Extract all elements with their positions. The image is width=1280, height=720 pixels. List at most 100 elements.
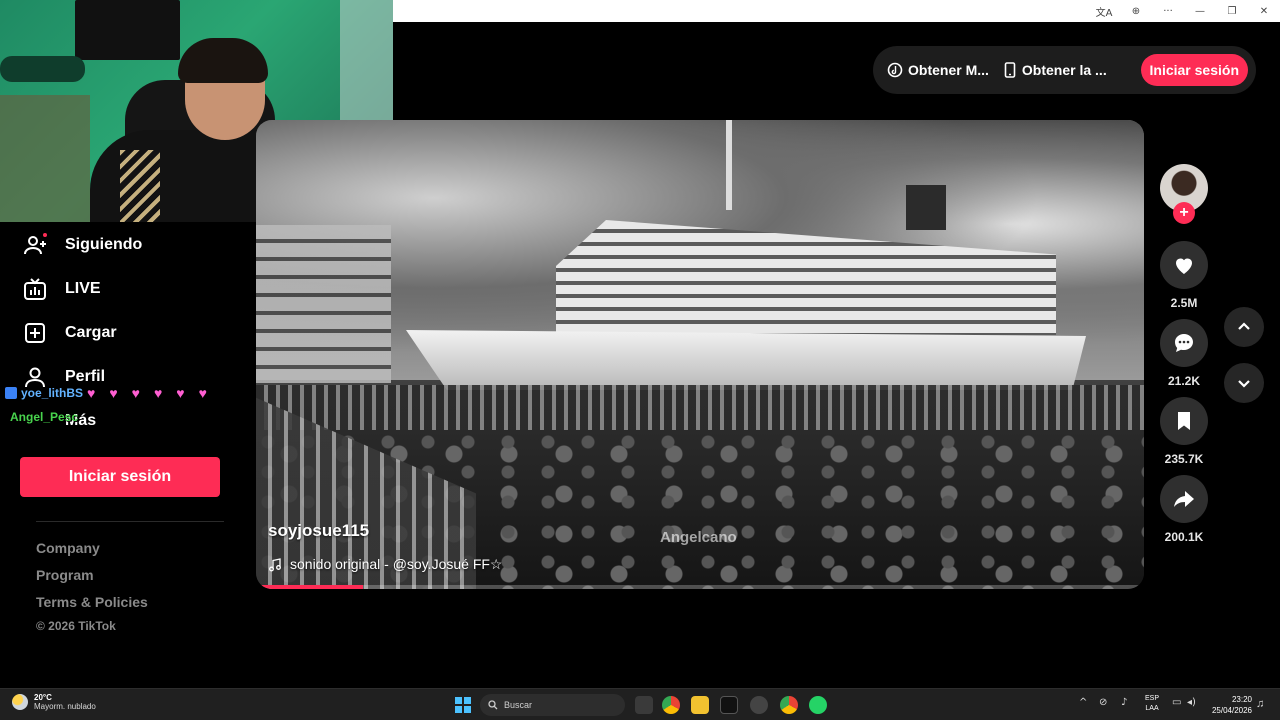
video-ship-funnel <box>906 185 946 230</box>
translate-icon[interactable]: 文A <box>1088 4 1120 19</box>
screen: 文A ⊕ ··· — ❐ ✕ Siguiendo LIVE Cargar Per… <box>0 0 1280 720</box>
file-explorer-icon[interactable] <box>691 696 709 714</box>
get-app-label: Obtener M... <box>908 62 989 78</box>
clock-time: 23:20 <box>1231 695 1252 704</box>
get-phone-label: Obtener la ... <box>1021 62 1107 78</box>
video-progress-fill <box>256 585 363 589</box>
video-author[interactable]: soyjosue115 <box>268 521 369 541</box>
live-icon <box>22 276 48 302</box>
video-progress-bar[interactable] <box>256 585 1144 589</box>
webcam-shelf <box>0 56 85 82</box>
keyboard-layout: LAA <box>1145 705 1159 712</box>
start-button[interactable] <box>455 697 471 713</box>
music-note-icon <box>269 557 281 571</box>
upload-icon <box>22 320 48 346</box>
sidebar-item-label: Siguiendo <box>65 236 143 253</box>
comment-button[interactable] <box>1160 319 1208 367</box>
language-code: ESP <box>1145 695 1160 702</box>
tiktok-icon[interactable] <box>720 696 738 714</box>
save-count: 235.7K <box>1164 452 1204 466</box>
chat-message: yoe_lithBS ♥♥♥♥♥♥ <box>5 385 221 401</box>
weather-description: Mayorm. nublado <box>34 702 96 711</box>
chrome-icon[interactable] <box>662 696 680 714</box>
browser-controls: 文A ⊕ ··· — ❐ ✕ <box>1088 0 1280 22</box>
copyright-text: © 2026 TikTok <box>36 619 116 633</box>
bookmark-icon <box>1178 412 1190 430</box>
sidebar-item-label: Cargar <box>65 324 117 341</box>
chat-emotes: ♥♥♥♥♥♥ <box>87 385 221 401</box>
minimize-icon[interactable]: — <box>1184 6 1216 17</box>
whatsapp-icon[interactable] <box>809 696 827 714</box>
windows-taskbar: 20°C Mayorm. nublado Buscar ^ ⊘ ♪ ESP LA… <box>0 688 1280 720</box>
search-icon <box>488 700 498 710</box>
header-actions: Obtener M... Obtener la ... Iniciar sesi… <box>873 46 1256 94</box>
sidebar-item-following[interactable]: Siguiendo <box>22 230 142 260</box>
volume-icon[interactable]: ◂) <box>1187 697 1196 708</box>
tray-chevron-icon[interactable]: ^ <box>1079 697 1087 708</box>
display-icon[interactable]: ▭ <box>1172 697 1181 708</box>
weather-widget[interactable]: 20°C Mayorm. nublado <box>12 693 96 711</box>
zoom-icon[interactable]: ⊕ <box>1120 6 1152 17</box>
webcam-wall <box>0 95 90 222</box>
microphone-icon[interactable]: ♪ <box>1121 697 1127 708</box>
get-app-link[interactable]: Obtener M... <box>887 62 989 78</box>
sidebar-item-upload[interactable]: Cargar <box>22 318 117 348</box>
language-indicator[interactable]: ESP LAA <box>1145 694 1159 714</box>
chat-username: Angel_Pesc <box>10 410 79 424</box>
sidebar-item-label: Perfil <box>65 368 106 385</box>
notification-icon[interactable]: ♫ <box>1256 698 1264 710</box>
tiktok-coin-icon <box>887 62 903 78</box>
task-view-icon[interactable] <box>635 696 653 714</box>
sidebar-item-live[interactable]: LIVE <box>22 274 101 304</box>
webcam-tv <box>75 0 180 60</box>
footer-link-terms[interactable]: Terms & Policies <box>36 594 148 610</box>
like-button[interactable] <box>1160 241 1208 289</box>
chat-badge-icon <box>5 387 17 399</box>
comment-icon <box>1175 334 1193 352</box>
phone-icon <box>1004 62 1016 78</box>
browser-titlebar: 文A ⊕ ··· — ❐ ✕ <box>393 0 1280 22</box>
network-icon[interactable]: ⊘ <box>1099 697 1107 708</box>
more-icon[interactable]: ··· <box>1152 6 1184 17</box>
save-button[interactable] <box>1160 397 1208 445</box>
sidebar-login-button[interactable]: Iniciar sesión <box>20 457 220 497</box>
share-count: 200.1K <box>1164 530 1204 544</box>
chevron-up-icon <box>1238 322 1250 330</box>
follow-plus-button[interactable]: + <box>1173 202 1195 224</box>
close-icon[interactable]: ✕ <box>1248 6 1280 17</box>
video-player[interactable]: Angelcano soyjosue115 sonido original - … <box>256 120 1144 589</box>
following-icon <box>22 232 48 258</box>
header-login-button[interactable]: Iniciar sesión <box>1140 54 1248 86</box>
comment-count: 21.2K <box>1167 374 1201 388</box>
like-count: 2.5M <box>1170 296 1198 310</box>
video-ship-hull <box>406 330 1086 390</box>
video-ship-mast <box>726 120 732 210</box>
video-sound[interactable]: sonido original - @soy.Josué FF☆ <box>268 556 502 573</box>
video-sound-label: sonido original - @soy.Josué FF☆ <box>290 556 503 572</box>
webcam-jersey-stripes <box>120 150 160 222</box>
share-button[interactable] <box>1160 475 1208 523</box>
weather-icon <box>12 694 28 710</box>
video-pier-building <box>256 225 391 385</box>
taskbar-search[interactable]: Buscar <box>480 694 625 716</box>
get-phone-app-link[interactable]: Obtener la ... <box>1003 62 1107 78</box>
restore-icon[interactable]: ❐ <box>1216 6 1248 17</box>
next-video-button[interactable] <box>1224 363 1264 403</box>
previous-video-button[interactable] <box>1224 307 1264 347</box>
heart-icon <box>1176 258 1192 274</box>
clock-date: 25/04/2026 <box>1211 706 1252 715</box>
sidebar-divider <box>36 521 224 522</box>
chevron-down-icon <box>1238 380 1250 388</box>
chrome-profile-icon[interactable] <box>780 696 798 714</box>
chat-message: Angel_Pesc <box>10 410 78 424</box>
obs-icon[interactable] <box>750 696 768 714</box>
chat-username: yoe_lithBS <box>21 386 84 400</box>
sidebar-item-label: LIVE <box>65 280 101 297</box>
video-watermark: Angelcano <box>660 529 737 546</box>
weather-temperature: 20°C <box>34 693 52 702</box>
clock[interactable]: 23:20 25/04/2026 <box>1206 694 1252 716</box>
search-placeholder: Buscar <box>504 700 533 710</box>
footer-link-company[interactable]: Company <box>36 540 100 556</box>
webcam-person-hair <box>178 38 268 83</box>
footer-link-program[interactable]: Program <box>36 567 94 583</box>
